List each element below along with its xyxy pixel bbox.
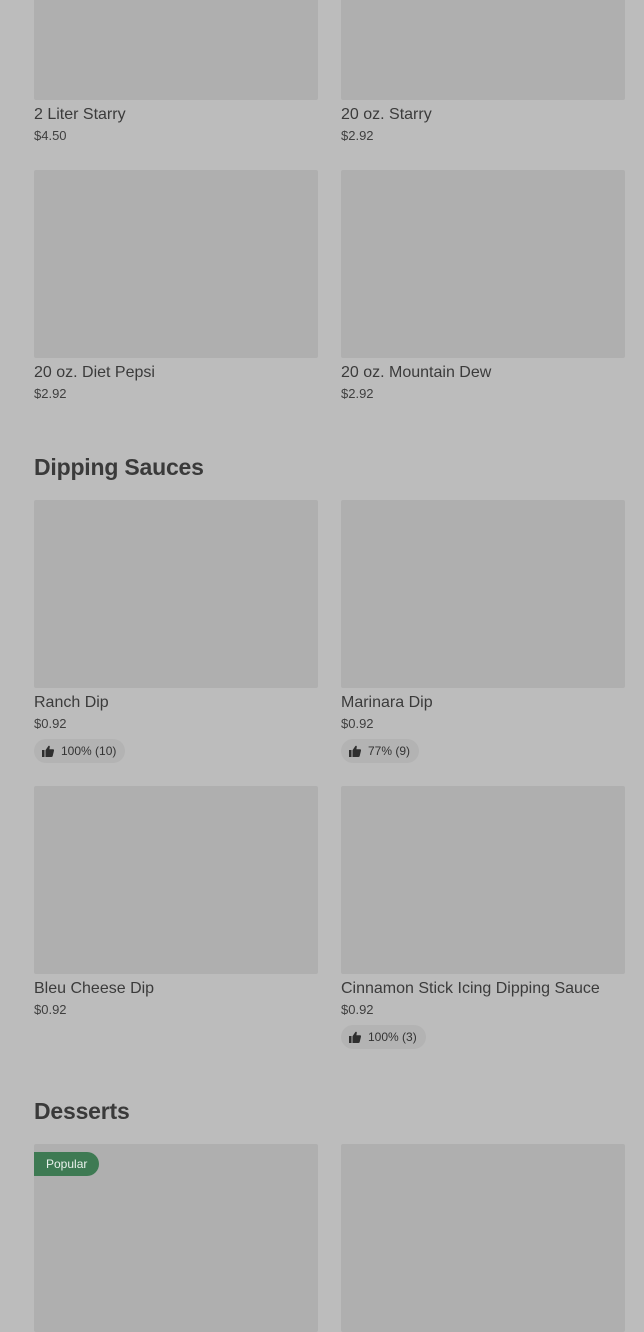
menu-item-card[interactable]: 2 Liter Starry $4.50 bbox=[34, 0, 318, 145]
item-price: $2.92 bbox=[341, 386, 374, 401]
item-image bbox=[34, 170, 318, 358]
menu-item-card[interactable]: 20 oz. Starry $2.92 bbox=[341, 0, 625, 145]
item-image bbox=[34, 500, 318, 688]
item-image bbox=[341, 1144, 625, 1332]
item-image bbox=[341, 0, 625, 100]
rating-badge: 100% (10) bbox=[34, 739, 126, 763]
thumbs-up-icon bbox=[349, 745, 361, 757]
menu-item-card[interactable]: Ranch Dip $0.92 100% (10) bbox=[34, 500, 318, 763]
item-price: $0.92 bbox=[34, 716, 67, 731]
item-name: Bleu Cheese Dip bbox=[34, 980, 155, 997]
item-name: Cinnamon Stick Icing Dipping Sauce bbox=[341, 980, 600, 997]
rating-badge: 100% (3) bbox=[341, 1025, 426, 1049]
item-price: $0.92 bbox=[341, 716, 374, 731]
rating-text: 100% (10) bbox=[61, 744, 117, 758]
menu-item-card[interactable]: 20 oz. Mountain Dew $2.92 bbox=[341, 170, 625, 403]
menu-item-card[interactable]: Popular bbox=[34, 1144, 318, 1332]
menu-item-card[interactable]: Marinara Dip $0.92 77% (9) bbox=[341, 500, 625, 763]
item-image: Popular bbox=[34, 1144, 318, 1332]
rating-badge: 77% (9) bbox=[341, 739, 420, 763]
item-image bbox=[341, 500, 625, 688]
item-price: $2.92 bbox=[34, 386, 67, 401]
rating-text: 100% (3) bbox=[368, 1030, 417, 1044]
item-image bbox=[341, 170, 625, 358]
item-image bbox=[34, 0, 318, 100]
item-name: 20 oz. Mountain Dew bbox=[341, 364, 492, 381]
popular-badge: Popular bbox=[34, 1152, 100, 1176]
item-price: $2.92 bbox=[341, 128, 374, 143]
item-name: Marinara Dip bbox=[341, 694, 433, 711]
menu-item-card[interactable]: Cinnamon Stick Icing Dipping Sauce $0.92… bbox=[341, 786, 625, 1049]
item-price: $4.50 bbox=[34, 128, 67, 143]
menu-item-card[interactable] bbox=[341, 1144, 625, 1332]
thumbs-up-icon bbox=[349, 1031, 361, 1043]
section-title-desserts: Desserts bbox=[34, 1098, 130, 1124]
item-name: 20 oz. Diet Pepsi bbox=[34, 364, 155, 381]
item-name: Ranch Dip bbox=[34, 694, 109, 711]
item-image bbox=[34, 786, 318, 974]
item-name: 2 Liter Starry bbox=[34, 106, 126, 123]
rating-text: 77% (9) bbox=[368, 744, 411, 758]
thumbs-up-icon bbox=[42, 745, 54, 757]
item-image bbox=[341, 786, 625, 974]
section-title-dipping-sauces: Dipping Sauces bbox=[34, 454, 204, 480]
menu-item-card[interactable]: Bleu Cheese Dip $0.92 bbox=[34, 786, 318, 1019]
item-price: $0.92 bbox=[34, 1002, 67, 1017]
item-name: 20 oz. Starry bbox=[341, 106, 432, 123]
item-price: $0.92 bbox=[341, 1002, 374, 1017]
menu-item-card[interactable]: 20 oz. Diet Pepsi $2.92 bbox=[34, 170, 318, 403]
